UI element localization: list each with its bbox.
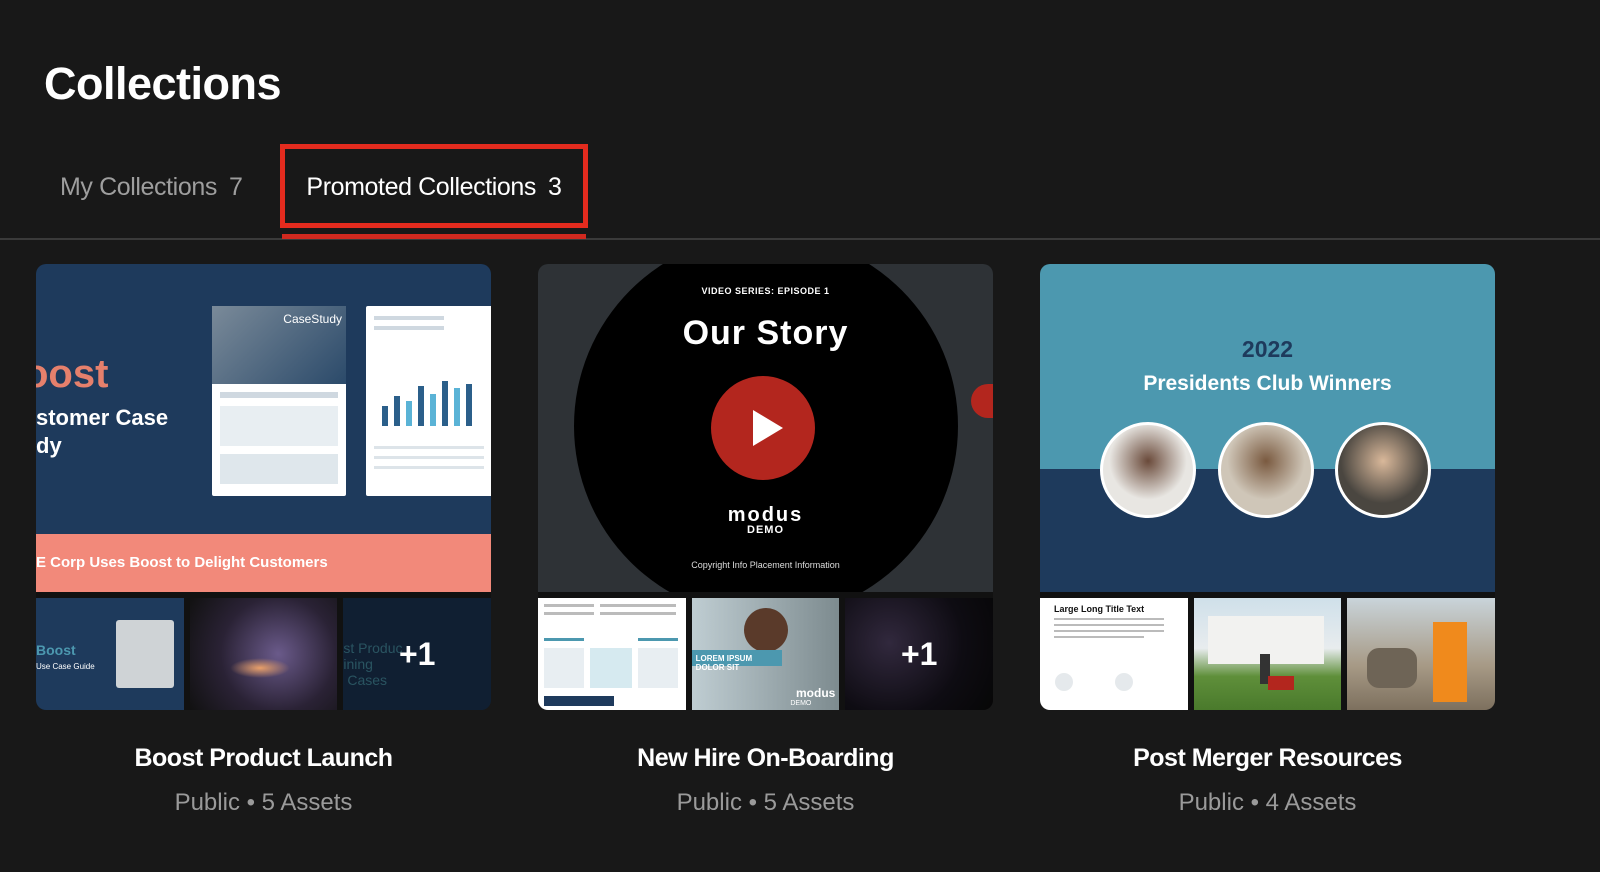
cover-year: 2022 [1241,336,1294,362]
bar-graph-icon [374,316,484,469]
collection-card[interactable]: 2022 Presidents Club Winners Large Long … [1040,264,1495,817]
play-button[interactable] [711,376,815,480]
tab-label: Promoted Collections [306,172,537,201]
more-count: +1 [343,598,491,710]
collection-meta: Public • 4 Assets [1178,789,1357,816]
collection-title[interactable]: Post Merger Resources [1040,744,1495,773]
report-page [366,306,491,496]
winner-photo [1218,422,1314,518]
preview-text: Large Long Title Text [1054,604,1145,614]
collection-meta: Public • 5 Assets [676,789,855,816]
document-preview-icon [1054,618,1164,691]
asset-preview: +1 [845,598,993,710]
play-icon [753,410,783,446]
winner-photo [1335,422,1431,518]
winner-photo [1100,422,1196,518]
collection-meta: Public • 5 Assets [174,789,353,816]
cover-headline: oost [36,352,109,396]
asset-preview: st Produc ining Cases +1 [343,598,491,710]
preview-text: modus [796,686,836,700]
cover-headline: Our Story [682,314,849,352]
tab-count: 7 [228,172,243,201]
asset-previews: Boost Use Case Guide st Produc ining Cas… [36,598,491,710]
cover-band: E Corp Uses Boost to Delight Customers [36,534,491,592]
asset-previews: LOREM IPSUM DOLOR SIT modus DEMO +1 [538,598,993,710]
page-title: Collections [44,58,282,109]
asset-preview: LOREM IPSUM DOLOR SIT modus DEMO [691,598,840,710]
active-tab-indicator [282,234,586,239]
laptop-image [115,620,174,688]
cover-logo-sub: DEMO [747,524,784,536]
tab-promoted-collections[interactable]: Promoted Collections 3 [280,140,588,234]
preview-text: Boost [36,642,76,658]
cover-kicker: VIDEO SERIES: EPISODE 1 [701,286,830,296]
cover-image: VIDEO SERIES: EPISODE 1 Our Story modus … [538,264,993,592]
cover-subtitle-line: dy [36,433,62,458]
preview-text: LOREM IPSUM DOLOR SIT [691,650,782,672]
collection-thumbnail[interactable]: VIDEO SERIES: EPISODE 1 Our Story modus … [538,264,993,710]
tab-label: My Collections [60,172,217,201]
asset-preview [189,598,338,710]
collection-card[interactable]: oost stomer Case dy CaseStudy E Corp Use… [36,264,491,817]
cover-subtitle: stomer Case dy [36,404,168,460]
case-study-page: CaseStudy [212,306,346,496]
asset-preview [538,598,686,710]
doc-label: CaseStudy [283,312,342,326]
preview-text: Use Case Guide [36,662,95,671]
cover-image: oost stomer Case dy CaseStudy E Corp Use… [36,264,491,592]
more-count: +1 [845,598,993,710]
cover-subtitle-line: stomer Case [36,405,169,430]
asset-preview: Boost Use Case Guide [36,598,184,710]
preview-text: DEMO [790,700,812,707]
asset-previews: Large Long Title Text [1040,598,1495,710]
asset-preview: Large Long Title Text [1040,598,1188,710]
cover-image: 2022 Presidents Club Winners [1040,264,1495,592]
tab-my-collections[interactable]: My Collections 7 [60,140,243,234]
collection-tabs: My Collections 7 Promoted Collections 3 [0,140,1600,240]
cover-copyright: Copyright Info Placement Information [691,560,840,570]
document-preview-icon [544,604,678,706]
collection-card[interactable]: VIDEO SERIES: EPISODE 1 Our Story modus … [538,264,993,817]
cover-headline: Presidents Club Winners [1143,372,1392,395]
collection-thumbnail[interactable]: 2022 Presidents Club Winners Large Long … [1040,264,1495,710]
tab-count: 3 [548,172,562,201]
collection-title[interactable]: New Hire On-Boarding [538,744,993,773]
asset-preview [1347,598,1495,710]
collection-thumbnail[interactable]: oost stomer Case dy CaseStudy E Corp Use… [36,264,491,710]
collection-title[interactable]: Boost Product Launch [36,744,491,773]
asset-preview [1193,598,1342,710]
